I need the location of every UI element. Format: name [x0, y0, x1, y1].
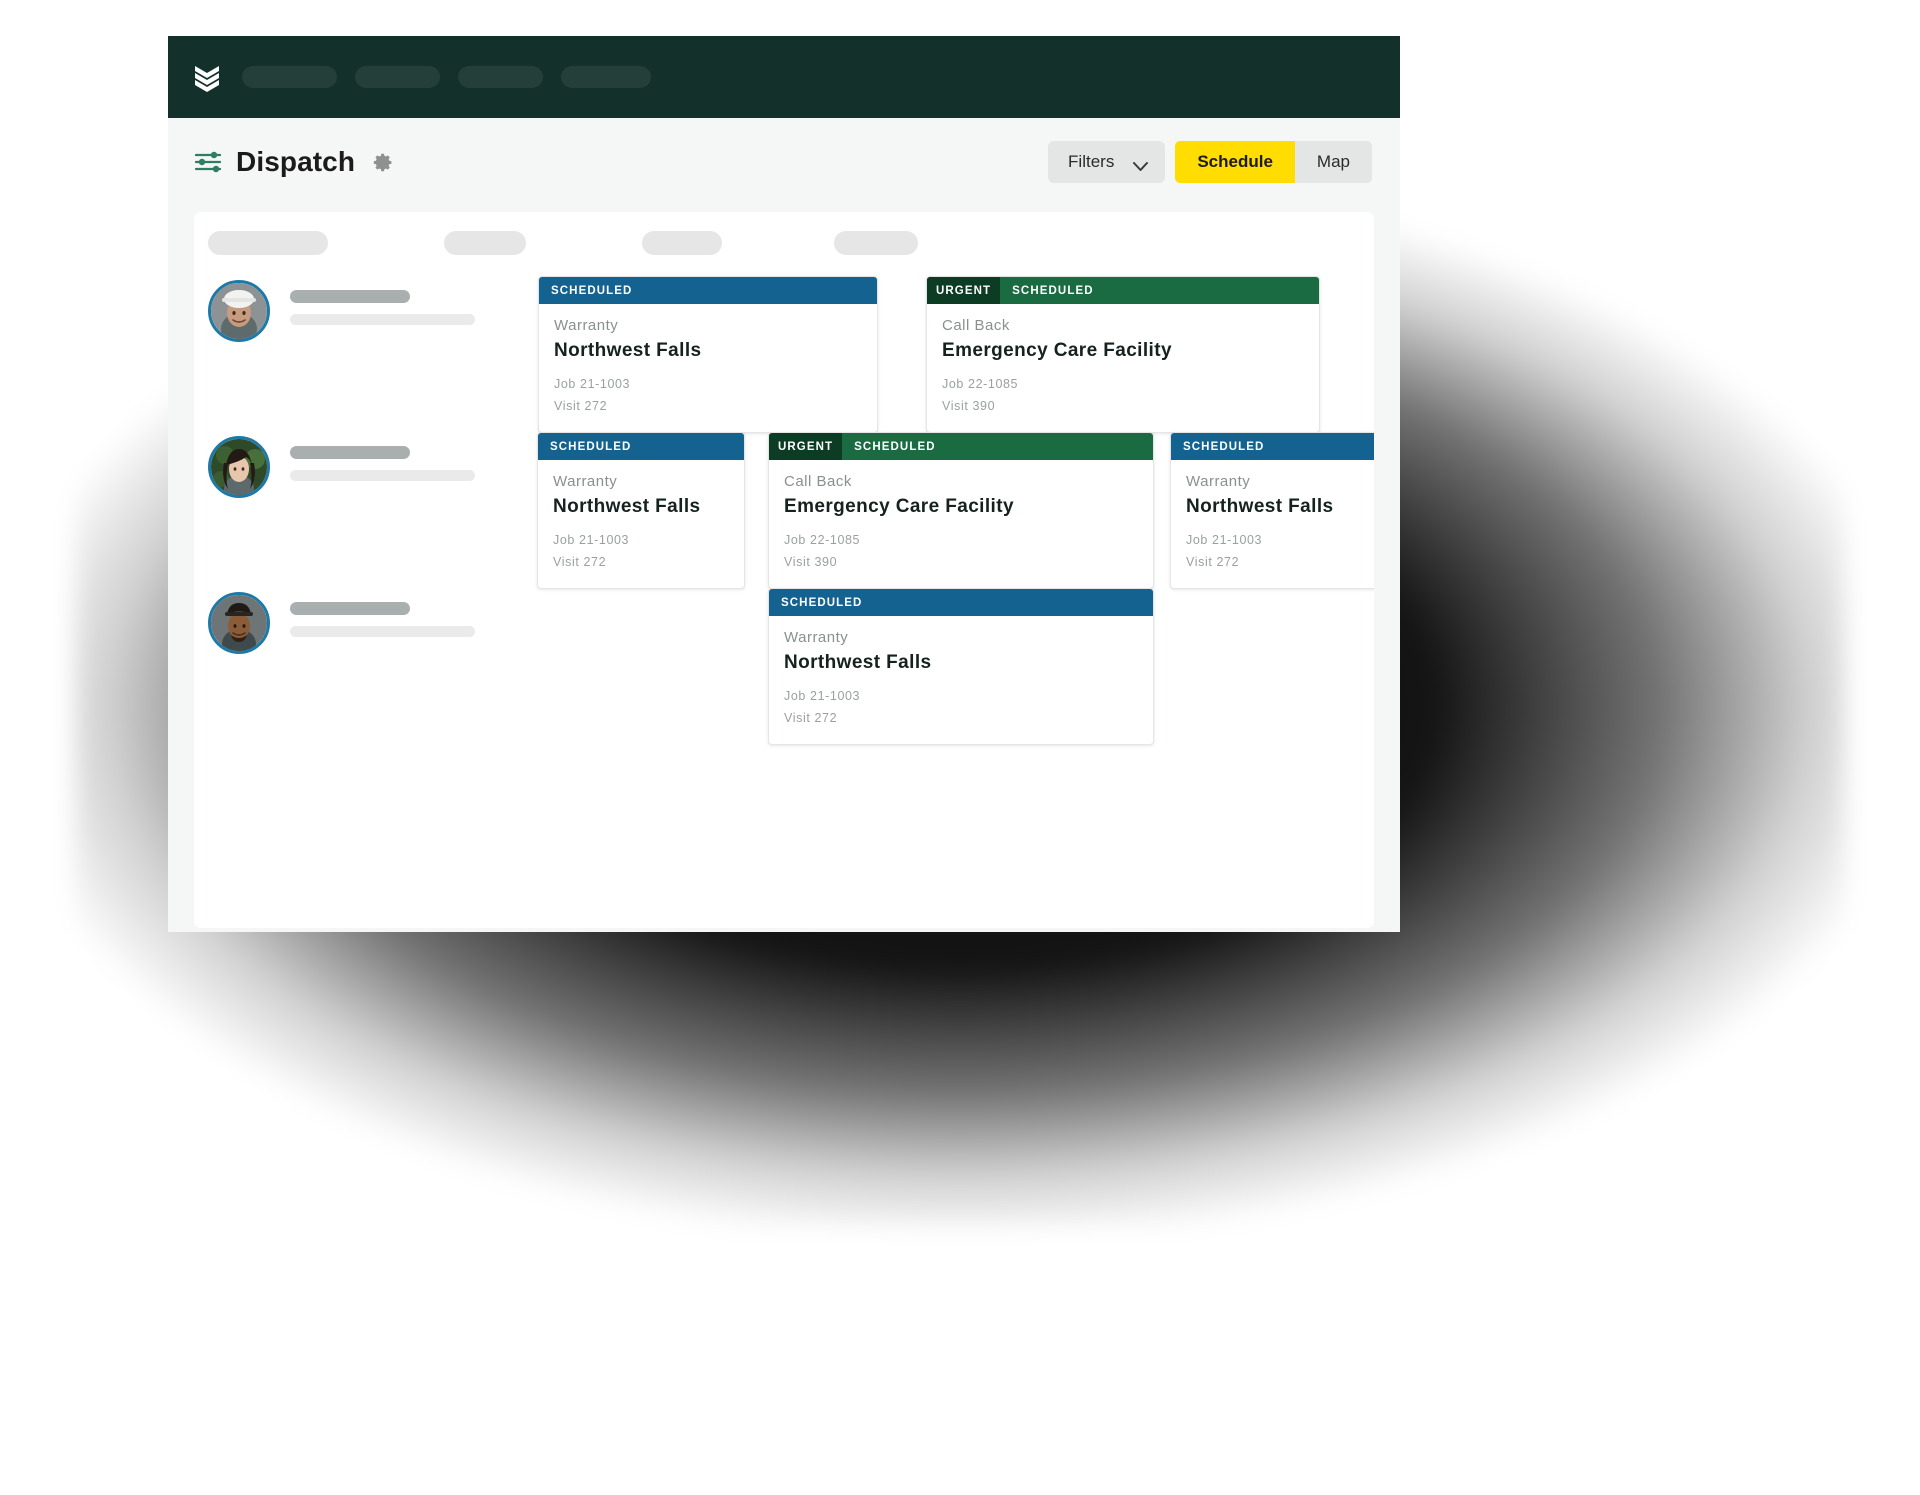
urgent-badge: URGENT — [927, 277, 1001, 304]
column-header-pill-3 — [642, 231, 722, 255]
nav-placeholder-4[interactable] — [561, 66, 651, 88]
job-type: Warranty — [1186, 473, 1251, 490]
job-visit: Visit 390 — [784, 554, 838, 569]
job-card-status-strip: URGENT SCHEDULED — [769, 433, 1153, 460]
filters-button-label: Filters — [1068, 152, 1115, 171]
job-number: Job 21-1003 — [784, 689, 861, 703]
urgent-badge: URGENT — [769, 433, 843, 460]
status-badge: SCHEDULED — [1012, 284, 1094, 297]
job-card[interactable]: SCHEDULED Warranty Northwest Falls Job 2… — [768, 588, 1154, 745]
job-card[interactable]: URGENT SCHEDULED Call Back Emergency Car… — [768, 432, 1154, 589]
column-header-pill-2 — [444, 231, 526, 255]
nav-placeholder-3[interactable] — [458, 66, 543, 88]
job-customer: Northwest Falls — [554, 340, 702, 361]
job-card-body: Call Back Emergency Care Facility Job 22… — [769, 460, 1153, 588]
job-number: Job 22-1085 — [784, 533, 861, 547]
job-card-body: Warranty Northwest Falls Job 21-1003 Vis… — [539, 304, 877, 432]
job-type: Call Back — [784, 473, 852, 490]
technician-subtitle-bar — [290, 470, 475, 481]
avatar-technician-hardhat — [208, 280, 270, 342]
job-visit: Visit 272 — [1186, 554, 1240, 569]
job-card[interactable]: SCHEDULED Warranty Northwest Falls Job 2… — [537, 432, 745, 589]
job-card-body: Warranty Northwest Falls Job 21-1003 Vis… — [769, 616, 1153, 744]
column-header-pill-4 — [834, 231, 918, 255]
technician-row: SCHEDULED Warranty Northwest Falls Job 2… — [194, 430, 1374, 589]
job-card[interactable]: SCHEDULED Warranty Northwest Falls Job 2… — [1170, 432, 1374, 589]
job-card-status-strip: SCHEDULED — [769, 589, 1153, 616]
tab-map[interactable]: Map — [1294, 141, 1372, 183]
technician-subtitle-bar — [290, 314, 475, 325]
technician-row: SCHEDULED Warranty Northwest Falls Job 2… — [194, 586, 1374, 746]
job-visit: Visit 272 — [554, 398, 608, 413]
job-card-body: Warranty Northwest Falls Job 21-1003 Vis… — [538, 460, 744, 588]
status-badge: SCHEDULED — [854, 440, 936, 453]
chevron-stack-logo-icon[interactable] — [190, 60, 224, 94]
technician-cell[interactable] — [194, 430, 480, 586]
job-type: Warranty — [554, 317, 619, 334]
dispatch-board: SCHEDULED Warranty Northwest Falls Job 2… — [194, 212, 1374, 928]
nav-placeholder-2[interactable] — [355, 66, 440, 88]
job-type: Call Back — [942, 317, 1010, 334]
top-navigation-bar — [168, 36, 1400, 118]
job-customer: Emergency Care Facility — [784, 496, 1014, 517]
avatar-technician-woman — [208, 436, 270, 498]
technician-row: SCHEDULED Warranty Northwest Falls Job 2… — [194, 274, 1374, 433]
technician-cell[interactable] — [194, 586, 480, 746]
avatar-technician-cap — [208, 592, 270, 654]
job-card-status-strip: SCHEDULED — [538, 433, 744, 460]
status-badge: SCHEDULED — [551, 284, 633, 297]
status-badge: SCHEDULED — [1183, 440, 1265, 453]
toolbar-right-group: Filters Schedule Map — [1048, 141, 1372, 183]
technician-subtitle-bar — [290, 626, 475, 637]
nav-placeholder-1[interactable] — [242, 66, 337, 88]
technician-name-placeholder — [290, 280, 480, 325]
job-card[interactable]: URGENT SCHEDULED Call Back Emergency Car… — [926, 276, 1320, 433]
row-cards-area: SCHEDULED Warranty Northwest Falls Job 2… — [480, 430, 1374, 589]
technician-name-bar — [290, 446, 410, 459]
toolbar-left-group: Dispatch — [194, 146, 394, 178]
app-window: Dispatch Filters Schedule Map SCHEDULED … — [168, 36, 1400, 932]
job-number: Job 21-1003 — [554, 377, 631, 391]
tab-schedule[interactable]: Schedule — [1175, 141, 1295, 183]
technician-name-placeholder — [290, 592, 480, 637]
technician-name-bar — [290, 290, 410, 303]
job-card-status-strip: SCHEDULED — [539, 277, 877, 304]
job-customer: Emergency Care Facility — [942, 340, 1172, 361]
technician-cell[interactable] — [194, 274, 480, 430]
filters-button[interactable]: Filters — [1048, 141, 1166, 183]
job-card-status-strip: SCHEDULED — [1171, 433, 1374, 460]
status-badge: SCHEDULED — [550, 440, 632, 453]
job-number: Job 21-1003 — [553, 533, 630, 547]
job-number: Job 22-1085 — [942, 377, 1019, 391]
chevron-down-icon — [1132, 157, 1149, 171]
gear-icon[interactable] — [373, 152, 394, 173]
technician-name-bar — [290, 602, 410, 615]
job-customer: Northwest Falls — [1186, 496, 1334, 517]
job-type: Warranty — [553, 473, 618, 490]
job-visit: Visit 390 — [942, 398, 996, 413]
row-cards-area: SCHEDULED Warranty Northwest Falls Job 2… — [480, 274, 1374, 433]
job-card-body: Warranty Northwest Falls Job 21-1003 Vis… — [1171, 460, 1374, 588]
job-card-body: Call Back Emergency Care Facility Job 22… — [927, 304, 1319, 432]
sliders-icon[interactable] — [194, 148, 222, 176]
job-customer: Northwest Falls — [553, 496, 701, 517]
board-column-headers — [194, 212, 1374, 274]
page-toolbar: Dispatch Filters Schedule Map — [168, 118, 1400, 206]
job-type: Warranty — [784, 629, 849, 646]
row-cards-area: SCHEDULED Warranty Northwest Falls Job 2… — [480, 586, 1374, 746]
job-visit: Visit 272 — [553, 554, 607, 569]
job-visit: Visit 272 — [784, 710, 838, 725]
column-header-pill-1 — [208, 231, 328, 255]
job-customer: Northwest Falls — [784, 652, 932, 673]
technician-name-placeholder — [290, 436, 480, 481]
status-badge: SCHEDULED — [781, 596, 863, 609]
job-card[interactable]: SCHEDULED Warranty Northwest Falls Job 2… — [538, 276, 878, 433]
page-title: Dispatch — [236, 146, 356, 177]
view-toggle-group: Schedule Map — [1175, 141, 1372, 183]
job-number: Job 21-1003 — [1186, 533, 1263, 547]
job-card-status-strip: URGENT SCHEDULED — [927, 277, 1319, 304]
